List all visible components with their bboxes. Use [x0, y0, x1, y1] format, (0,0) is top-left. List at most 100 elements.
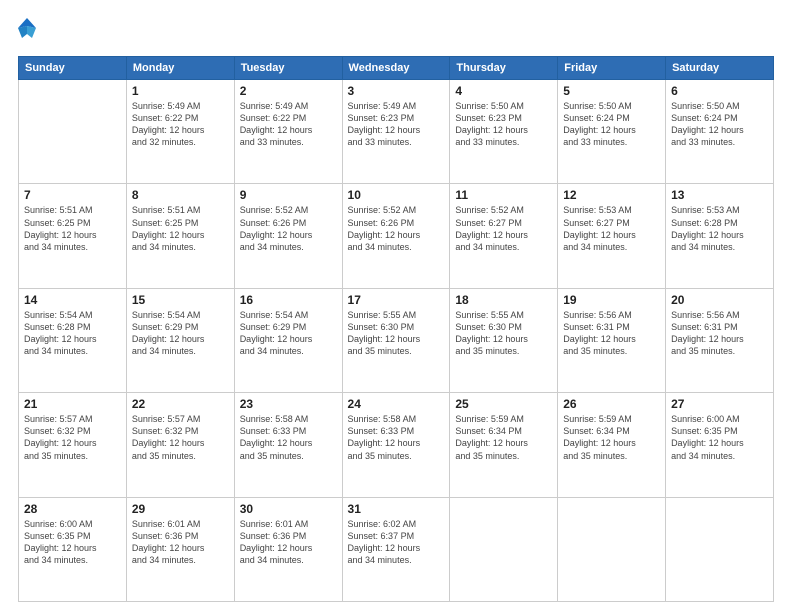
day-number: 22: [132, 397, 229, 411]
calendar-cell: 15 Sunrise: 5:54 AM Sunset: 6:29 PM Dayli…: [126, 288, 234, 392]
weekday-header: Monday: [126, 57, 234, 80]
calendar-week-row: 1 Sunrise: 5:49 AM Sunset: 6:22 PM Daylig…: [19, 80, 774, 184]
day-number: 8: [132, 188, 229, 202]
day-info: Sunrise: 5:56 AM Sunset: 6:31 PM Dayligh…: [671, 309, 768, 358]
day-info: Sunrise: 5:57 AM Sunset: 6:32 PM Dayligh…: [24, 413, 121, 462]
day-number: 1: [132, 84, 229, 98]
calendar-cell: 2 Sunrise: 5:49 AM Sunset: 6:22 PM Daylig…: [234, 80, 342, 184]
day-number: 15: [132, 293, 229, 307]
calendar-cell: [19, 80, 127, 184]
day-info: Sunrise: 5:54 AM Sunset: 6:29 PM Dayligh…: [132, 309, 229, 358]
day-info: Sunrise: 5:49 AM Sunset: 6:22 PM Dayligh…: [240, 100, 337, 149]
day-info: Sunrise: 5:51 AM Sunset: 6:25 PM Dayligh…: [24, 204, 121, 253]
calendar-cell: [450, 497, 558, 601]
day-number: 6: [671, 84, 768, 98]
calendar-cell: 31 Sunrise: 6:02 AM Sunset: 6:37 PM Dayli…: [342, 497, 450, 601]
day-number: 31: [348, 502, 445, 516]
day-info: Sunrise: 5:50 AM Sunset: 6:24 PM Dayligh…: [671, 100, 768, 149]
day-number: 20: [671, 293, 768, 307]
calendar-cell: 18 Sunrise: 5:55 AM Sunset: 6:30 PM Dayli…: [450, 288, 558, 392]
calendar-cell: 28Sunrise: 6:00 AM Sunset: 6:35 PM Dayli…: [19, 497, 127, 601]
calendar-week-row: 7 Sunrise: 5:51 AM Sunset: 6:25 PM Daylig…: [19, 184, 774, 288]
calendar-cell: 22Sunrise: 5:57 AM Sunset: 6:32 PM Dayli…: [126, 393, 234, 497]
day-number: 23: [240, 397, 337, 411]
weekday-header: Thursday: [450, 57, 558, 80]
calendar-cell: 14Sunrise: 5:54 AM Sunset: 6:28 PM Dayli…: [19, 288, 127, 392]
weekday-header: Sunday: [19, 57, 127, 80]
day-info: Sunrise: 6:00 AM Sunset: 6:35 PM Dayligh…: [671, 413, 768, 462]
calendar-cell: 9Sunrise: 5:52 AM Sunset: 6:26 PM Daylig…: [234, 184, 342, 288]
calendar-cell: 21 Sunrise: 5:57 AM Sunset: 6:32 PM Dayli…: [19, 393, 127, 497]
day-info: Sunrise: 5:59 AM Sunset: 6:34 PM Dayligh…: [455, 413, 552, 462]
day-number: 18: [455, 293, 552, 307]
calendar-cell: [558, 497, 666, 601]
calendar-table: SundayMondayTuesdayWednesdayThursdayFrid…: [18, 56, 774, 602]
calendar-cell: 10 Sunrise: 5:52 AM Sunset: 6:26 PM Dayli…: [342, 184, 450, 288]
calendar-cell: 26 Sunrise: 5:59 AM Sunset: 6:34 PM Dayli…: [558, 393, 666, 497]
calendar-cell: [666, 497, 774, 601]
day-info: Sunrise: 5:51 AM Sunset: 6:25 PM Dayligh…: [132, 204, 229, 253]
day-number: 14: [24, 293, 121, 307]
calendar-cell: 1 Sunrise: 5:49 AM Sunset: 6:22 PM Daylig…: [126, 80, 234, 184]
day-info: Sunrise: 5:58 AM Sunset: 6:33 PM Dayligh…: [240, 413, 337, 462]
calendar-week-row: 14Sunrise: 5:54 AM Sunset: 6:28 PM Dayli…: [19, 288, 774, 392]
day-info: Sunrise: 5:55 AM Sunset: 6:30 PM Dayligh…: [348, 309, 445, 358]
calendar-cell: 5Sunrise: 5:50 AM Sunset: 6:24 PM Daylig…: [558, 80, 666, 184]
day-info: Sunrise: 6:01 AM Sunset: 6:36 PM Dayligh…: [240, 518, 337, 567]
day-number: 19: [563, 293, 660, 307]
day-info: Sunrise: 5:56 AM Sunset: 6:31 PM Dayligh…: [563, 309, 660, 358]
calendar-cell: 23 Sunrise: 5:58 AM Sunset: 6:33 PM Dayli…: [234, 393, 342, 497]
day-number: 27: [671, 397, 768, 411]
day-info: Sunrise: 5:53 AM Sunset: 6:28 PM Dayligh…: [671, 204, 768, 253]
day-info: Sunrise: 5:52 AM Sunset: 6:26 PM Dayligh…: [348, 204, 445, 253]
day-info: Sunrise: 5:54 AM Sunset: 6:29 PM Dayligh…: [240, 309, 337, 358]
day-number: 25: [455, 397, 552, 411]
weekday-header: Tuesday: [234, 57, 342, 80]
calendar-week-row: 21 Sunrise: 5:57 AM Sunset: 6:32 PM Dayli…: [19, 393, 774, 497]
weekday-header: Friday: [558, 57, 666, 80]
weekday-header-row: SundayMondayTuesdayWednesdayThursdayFrid…: [19, 57, 774, 80]
calendar-cell: 16 Sunrise: 5:54 AM Sunset: 6:29 PM Dayli…: [234, 288, 342, 392]
day-number: 17: [348, 293, 445, 307]
day-number: 21: [24, 397, 121, 411]
logo: [18, 18, 40, 46]
day-number: 12: [563, 188, 660, 202]
day-info: Sunrise: 5:59 AM Sunset: 6:34 PM Dayligh…: [563, 413, 660, 462]
page: SundayMondayTuesdayWednesdayThursdayFrid…: [0, 0, 792, 612]
day-number: 26: [563, 397, 660, 411]
day-info: Sunrise: 5:53 AM Sunset: 6:27 PM Dayligh…: [563, 204, 660, 253]
day-number: 2: [240, 84, 337, 98]
day-number: 28: [24, 502, 121, 516]
calendar-week-row: 28Sunrise: 6:00 AM Sunset: 6:35 PM Dayli…: [19, 497, 774, 601]
day-info: Sunrise: 5:49 AM Sunset: 6:22 PM Dayligh…: [132, 100, 229, 149]
calendar-cell: 19 Sunrise: 5:56 AM Sunset: 6:31 PM Dayli…: [558, 288, 666, 392]
day-info: Sunrise: 5:52 AM Sunset: 6:27 PM Dayligh…: [455, 204, 552, 253]
day-number: 13: [671, 188, 768, 202]
day-number: 4: [455, 84, 552, 98]
day-number: 11: [455, 188, 552, 202]
day-number: 7: [24, 188, 121, 202]
day-info: Sunrise: 5:50 AM Sunset: 6:23 PM Dayligh…: [455, 100, 552, 149]
calendar-cell: 6 Sunrise: 5:50 AM Sunset: 6:24 PM Daylig…: [666, 80, 774, 184]
day-number: 16: [240, 293, 337, 307]
calendar-cell: 30Sunrise: 6:01 AM Sunset: 6:36 PM Dayli…: [234, 497, 342, 601]
weekday-header: Saturday: [666, 57, 774, 80]
header: [18, 18, 774, 46]
weekday-header: Wednesday: [342, 57, 450, 80]
calendar-cell: 20 Sunrise: 5:56 AM Sunset: 6:31 PM Dayli…: [666, 288, 774, 392]
day-info: Sunrise: 6:02 AM Sunset: 6:37 PM Dayligh…: [348, 518, 445, 567]
logo-icon: [18, 18, 36, 46]
day-number: 5: [563, 84, 660, 98]
calendar-cell: 29Sunrise: 6:01 AM Sunset: 6:36 PM Dayli…: [126, 497, 234, 601]
calendar-cell: 13 Sunrise: 5:53 AM Sunset: 6:28 PM Dayli…: [666, 184, 774, 288]
day-number: 3: [348, 84, 445, 98]
day-number: 24: [348, 397, 445, 411]
day-number: 10: [348, 188, 445, 202]
day-info: Sunrise: 5:55 AM Sunset: 6:30 PM Dayligh…: [455, 309, 552, 358]
calendar-cell: 4 Sunrise: 5:50 AM Sunset: 6:23 PM Daylig…: [450, 80, 558, 184]
day-number: 29: [132, 502, 229, 516]
calendar-cell: 8 Sunrise: 5:51 AM Sunset: 6:25 PM Daylig…: [126, 184, 234, 288]
calendar-cell: 11 Sunrise: 5:52 AM Sunset: 6:27 PM Dayli…: [450, 184, 558, 288]
day-info: Sunrise: 5:58 AM Sunset: 6:33 PM Dayligh…: [348, 413, 445, 462]
day-info: Sunrise: 5:49 AM Sunset: 6:23 PM Dayligh…: [348, 100, 445, 149]
